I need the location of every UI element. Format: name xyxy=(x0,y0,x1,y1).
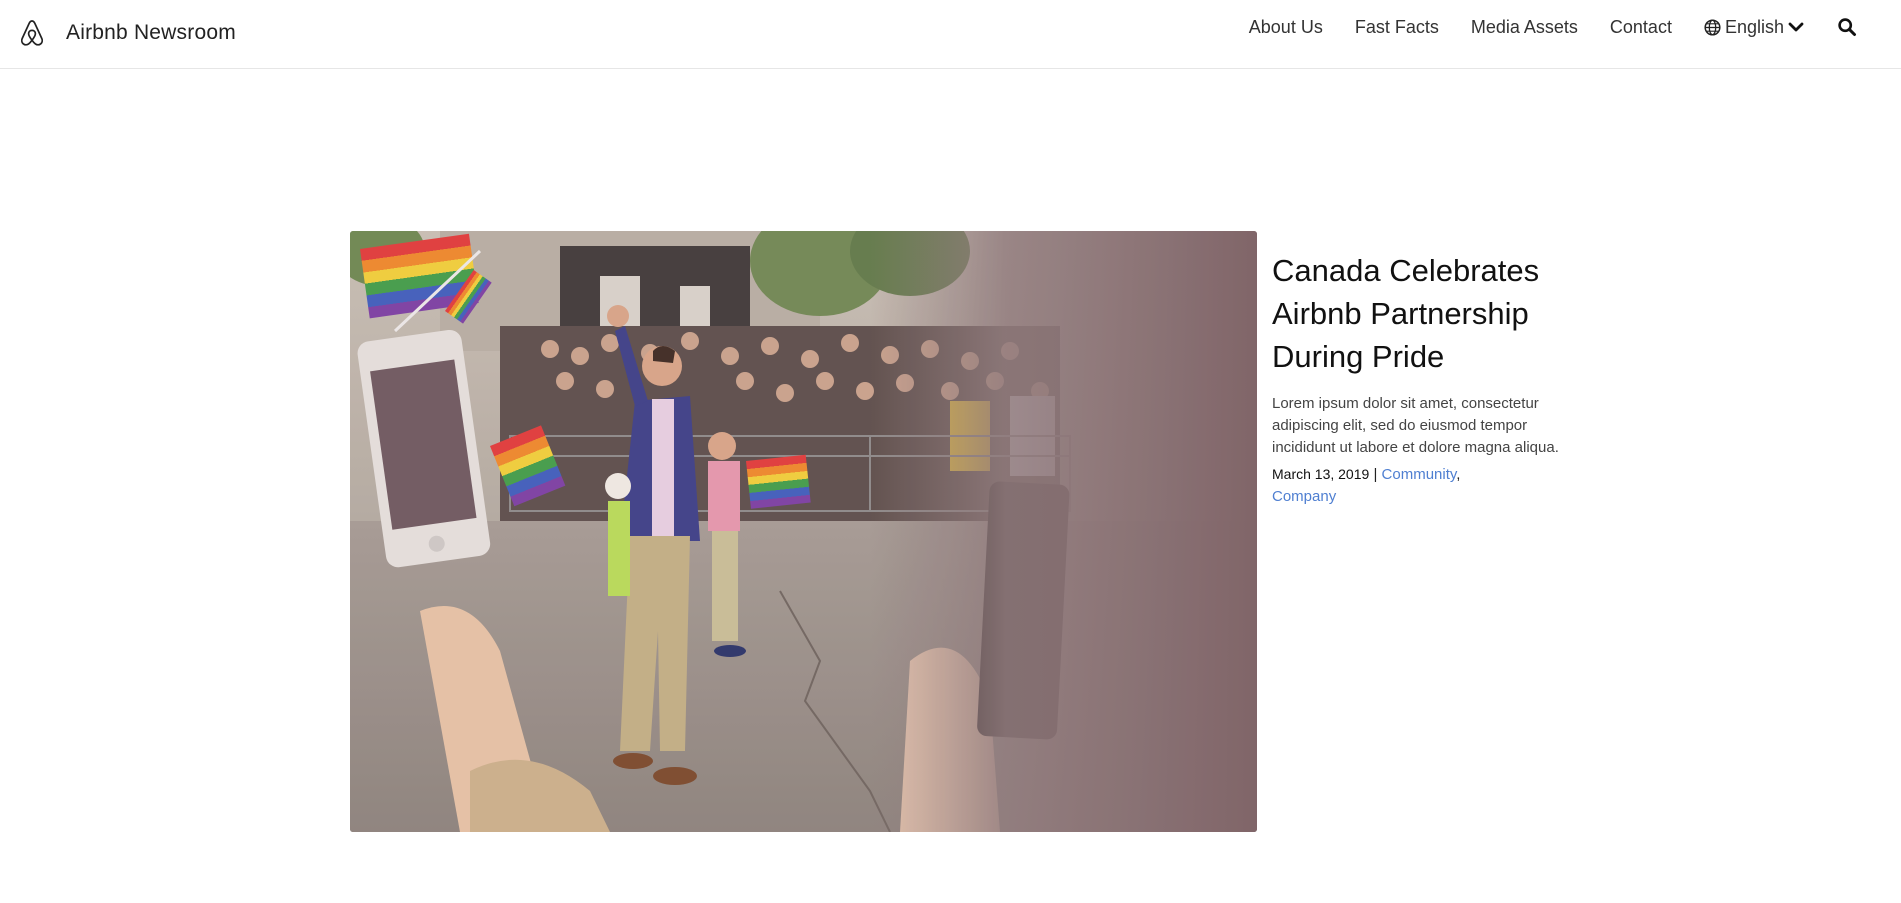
brand[interactable]: Airbnb Newsroom xyxy=(18,18,236,48)
chevron-down-icon[interactable] xyxy=(1788,21,1804,33)
article-title[interactable]: Canada Celebrates Airbnb Partnership Dur… xyxy=(1272,249,1562,378)
nav-media-assets[interactable]: Media Assets xyxy=(1471,17,1578,38)
airbnb-logo-icon[interactable] xyxy=(18,18,46,48)
nav-contact[interactable]: Contact xyxy=(1610,17,1672,38)
pride-parade-photo xyxy=(350,231,1257,832)
site-header: Airbnb Newsroom About Us Fast Facts Medi… xyxy=(0,0,1901,69)
article-excerpt: Lorem ipsum dolor sit amet, consectetur … xyxy=(1272,395,1559,456)
nav-fast-facts[interactable]: Fast Facts xyxy=(1355,17,1439,38)
search-icon[interactable] xyxy=(1837,17,1857,37)
category-joiner: , xyxy=(1456,466,1461,483)
article-date: March 13, 2019 xyxy=(1272,466,1370,482)
main-nav: About Us Fast Facts Media Assets Contact… xyxy=(1249,0,1901,54)
article-summary: Canada Celebrates Airbnb Partnership Dur… xyxy=(1272,249,1562,508)
category-link-community[interactable]: Community xyxy=(1382,466,1457,483)
language-label[interactable]: English xyxy=(1725,17,1784,38)
meta-separator: | xyxy=(1369,466,1382,483)
language-selector[interactable]: English xyxy=(1704,17,1804,38)
article-hero-image[interactable] xyxy=(350,231,1257,832)
nav-about-us[interactable]: About Us xyxy=(1249,17,1323,38)
brand-name[interactable]: Airbnb Newsroom xyxy=(66,21,236,45)
category-link-company[interactable]: Company xyxy=(1272,488,1336,505)
globe-icon xyxy=(1704,18,1721,36)
article-meta: March 13, 2019 | Community, Company xyxy=(1272,463,1562,508)
